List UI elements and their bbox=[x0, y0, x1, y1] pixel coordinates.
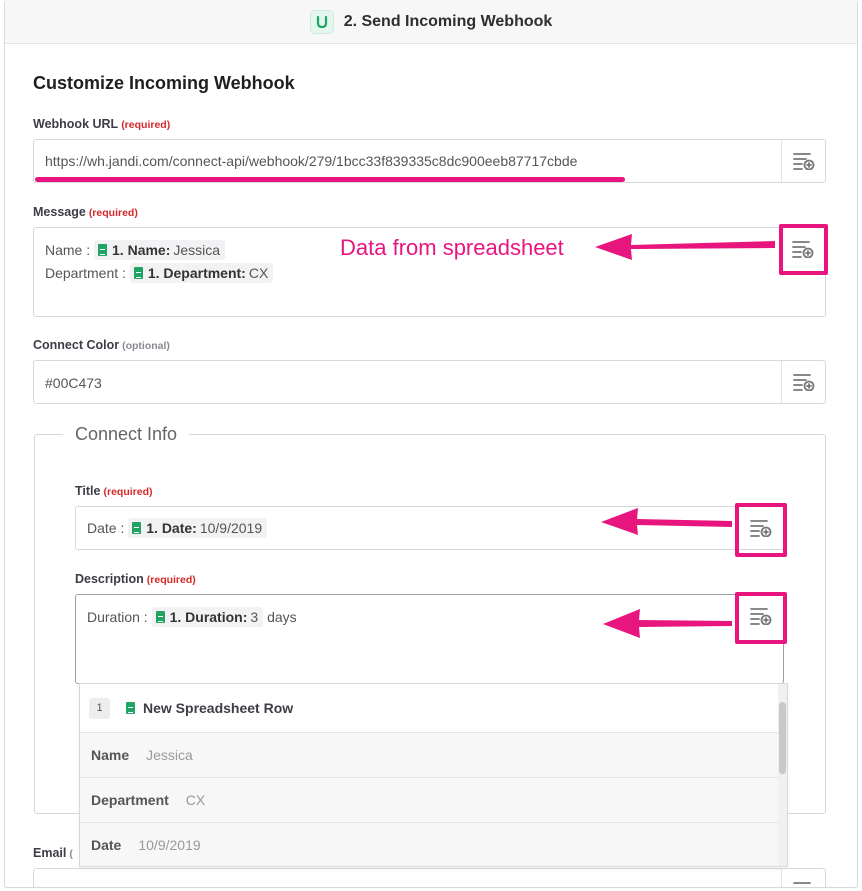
annotation-arrows bbox=[595, 234, 775, 638]
arrow-left-icon bbox=[603, 609, 732, 638]
arrow-left-icon bbox=[595, 234, 775, 260]
arrow-left-icon bbox=[601, 508, 732, 535]
zap-step-editor: 2. Send Incoming Webhook Customize Incom… bbox=[4, 0, 858, 888]
